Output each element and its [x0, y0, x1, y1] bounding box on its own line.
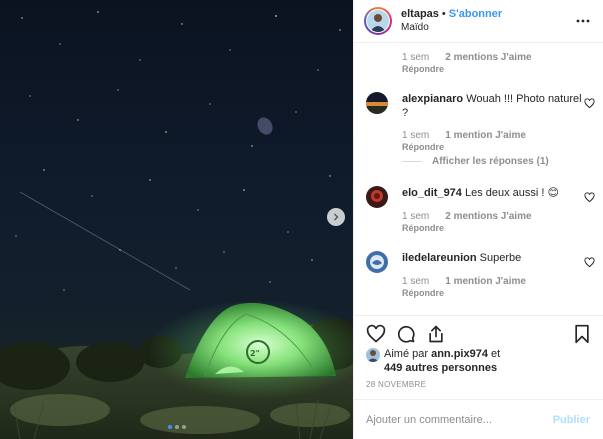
comment-like-heart-icon[interactable] — [584, 257, 595, 268]
more-horizontal-icon[interactable] — [576, 14, 590, 28]
carousel-next-button[interactable] — [327, 208, 345, 226]
comment-text: iledelareunion Superbe — [402, 251, 582, 265]
carousel-dot-2[interactable] — [174, 425, 179, 429]
comment-meta: 1 sem 2 mentions J'aime — [402, 52, 532, 63]
comment-likes[interactable]: 1 mention J'aime — [445, 130, 526, 141]
liked-by-and: et — [491, 348, 501, 360]
post-date[interactable]: 28 NOVEMBRE — [366, 380, 426, 389]
header-text: eltapas • S'abonner Maïdo — [401, 8, 502, 34]
show-replies-button[interactable]: Afficher les réponses (1) — [402, 156, 549, 167]
liker-avatar[interactable] — [366, 348, 380, 362]
reply-button[interactable]: Répondre — [402, 223, 444, 233]
publish-button[interactable]: Publier — [553, 414, 590, 426]
share-icon[interactable] — [426, 324, 446, 344]
commenter-avatar[interactable] — [366, 186, 388, 208]
add-comment-bar: Publier — [354, 399, 603, 439]
commenter-avatar[interactable] — [366, 251, 388, 273]
commenter-avatar[interactable] — [366, 92, 388, 114]
comment-likes[interactable]: 2 mentions J'aime — [445, 52, 531, 63]
carousel-dot-3[interactable] — [181, 425, 186, 429]
comment-body: Superbe — [479, 252, 522, 264]
liked-by: Aimé par ann.pix974 et 449 autres person… — [366, 347, 500, 375]
header-separator: • — [441, 8, 446, 20]
story-ring[interactable] — [364, 7, 392, 35]
show-replies-label: Afficher les réponses (1) — [432, 156, 549, 167]
other-likers-link[interactable]: 449 autres personnes — [384, 362, 497, 374]
comment-meta: 1 sem 1 mention J'aime — [402, 130, 526, 141]
comment-input[interactable] — [366, 413, 541, 426]
bookmark-icon[interactable] — [572, 324, 592, 344]
post-side-panel: eltapas • S'abonner Maïdo 1 sem 2 mentions … — [353, 0, 603, 439]
replies-divider — [402, 161, 422, 162]
liker-username[interactable]: ann.pix974 — [431, 348, 488, 360]
carousel-dots — [0, 425, 353, 429]
comment-time[interactable]: 1 sem — [402, 52, 429, 63]
follow-button[interactable]: S'abonner — [449, 8, 502, 20]
comment-text: elo_dit_974 Les deux aussi ! 😊 — [402, 186, 582, 200]
comment-meta: 1 sem 2 mentions J'aime — [402, 211, 532, 222]
comments-list[interactable]: 1 sem 2 mentions J'aime Répondre alexpian… — [354, 44, 603, 315]
commenter-username[interactable]: alexpianaro — [402, 93, 463, 105]
comment-body: Les deux aussi ! — [464, 187, 545, 199]
comment-likes[interactable]: 1 mention J'aime — [445, 276, 526, 287]
smile-emoji: 😊 — [547, 187, 560, 199]
comment-meta: 1 sem 1 mention J'aime — [402, 276, 526, 287]
comment-likes[interactable]: 2 mentions J'aime — [445, 211, 531, 222]
author-username[interactable]: eltapas — [401, 8, 439, 20]
liked-by-prefix: Aimé par — [384, 348, 429, 360]
chevron-right-icon — [334, 213, 339, 221]
night-camping-photo: 2" — [0, 11, 353, 439]
post: 2" eltapas • S'abonner Maïdo 1 sem 2 men… — [0, 0, 603, 439]
carousel-dot-1[interactable] — [167, 425, 172, 429]
comment-time[interactable]: 1 sem — [402, 211, 429, 222]
post-actions — [354, 315, 603, 351]
post-header: eltapas • S'abonner Maïdo — [354, 0, 603, 43]
comment-icon[interactable] — [396, 324, 416, 344]
comment-time[interactable]: 1 sem — [402, 130, 429, 141]
author-avatar — [367, 10, 389, 32]
commenter-username[interactable]: iledelareunion — [402, 252, 477, 264]
comment-text: alexpianaro Wouah !!! Photo naturel ? — [402, 92, 582, 120]
reply-button[interactable]: Répondre — [402, 288, 444, 298]
comment-like-heart-icon[interactable] — [584, 192, 595, 203]
reply-button[interactable]: Répondre — [402, 142, 444, 152]
reply-button[interactable]: Répondre — [402, 64, 444, 74]
heart-icon[interactable] — [366, 324, 386, 344]
svg-text:2": 2" — [250, 349, 260, 358]
comment-time[interactable]: 1 sem — [402, 276, 429, 287]
post-location[interactable]: Maïdo — [401, 22, 502, 34]
comment-like-heart-icon[interactable] — [584, 98, 595, 109]
commenter-username[interactable]: elo_dit_974 — [402, 187, 462, 199]
post-photo[interactable]: 2" — [0, 0, 353, 439]
